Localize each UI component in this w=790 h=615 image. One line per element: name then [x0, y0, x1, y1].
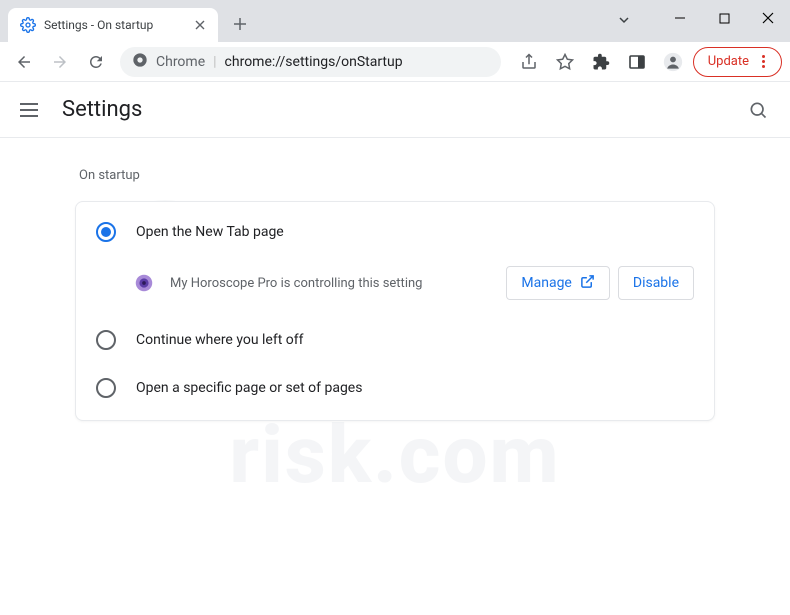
- disable-button[interactable]: Disable: [618, 266, 694, 300]
- update-label: Update: [708, 54, 749, 69]
- url-path: chrome://settings/onStartup: [225, 54, 403, 70]
- option-label: Continue where you left off: [136, 332, 304, 348]
- radio-icon[interactable]: [96, 378, 116, 398]
- bookmark-icon[interactable]: [549, 46, 581, 78]
- gear-icon: [20, 17, 36, 33]
- update-button[interactable]: Update: [693, 47, 782, 77]
- extensions-icon[interactable]: [585, 46, 617, 78]
- hamburger-menu-icon[interactable]: [20, 98, 44, 122]
- manage-button[interactable]: Manage: [506, 266, 609, 300]
- extension-app-icon: [132, 271, 156, 295]
- external-link-icon: [580, 274, 595, 293]
- manage-label: Manage: [521, 275, 571, 291]
- tab-search-button[interactable]: [608, 8, 640, 32]
- more-menu-icon: [755, 55, 771, 68]
- radio-selected-icon[interactable]: [96, 222, 116, 242]
- browser-tab[interactable]: Settings - On startup: [8, 8, 218, 42]
- share-icon[interactable]: [513, 46, 545, 78]
- address-bar[interactable]: Chrome | chrome://settings/onStartup: [120, 47, 501, 77]
- section-label: On startup: [75, 162, 715, 201]
- extension-notice: My Horoscope Pro is controlling this set…: [76, 256, 714, 316]
- option-label: Open the New Tab page: [136, 224, 284, 240]
- option-specific-pages[interactable]: Open a specific page or set of pages: [76, 364, 714, 412]
- option-label: Open a specific page or set of pages: [136, 380, 362, 396]
- new-tab-button[interactable]: [226, 10, 254, 38]
- side-panel-icon[interactable]: [621, 46, 653, 78]
- settings-header: Settings: [0, 82, 790, 138]
- window-controls: [658, 0, 790, 36]
- content-area: On startup Open the New Tab page My Horo…: [0, 138, 790, 421]
- option-continue[interactable]: Continue where you left off: [76, 316, 714, 364]
- url-origin: Chrome: [156, 54, 205, 70]
- tab-title: Settings - On startup: [44, 18, 184, 32]
- browser-toolbar: Chrome | chrome://settings/onStartup Upd…: [0, 42, 790, 82]
- profile-icon[interactable]: [657, 46, 689, 78]
- extension-message: My Horoscope Pro is controlling this set…: [170, 276, 492, 291]
- radio-icon[interactable]: [96, 330, 116, 350]
- forward-button[interactable]: [44, 46, 76, 78]
- search-icon[interactable]: [746, 98, 770, 122]
- close-tab-icon[interactable]: [192, 17, 208, 33]
- disable-label: Disable: [633, 275, 679, 291]
- close-window-button[interactable]: [746, 0, 790, 36]
- chrome-logo-icon: [132, 52, 148, 72]
- option-new-tab[interactable]: Open the New Tab page: [76, 208, 714, 256]
- window-titlebar: Settings - On startup: [0, 0, 790, 42]
- page-title: Settings: [62, 97, 142, 122]
- minimize-button[interactable]: [658, 0, 702, 36]
- maximize-button[interactable]: [702, 0, 746, 36]
- startup-card: Open the New Tab page My Horoscope Pro i…: [75, 201, 715, 421]
- url-separator: |: [213, 54, 216, 70]
- reload-button[interactable]: [80, 46, 112, 78]
- back-button[interactable]: [8, 46, 40, 78]
